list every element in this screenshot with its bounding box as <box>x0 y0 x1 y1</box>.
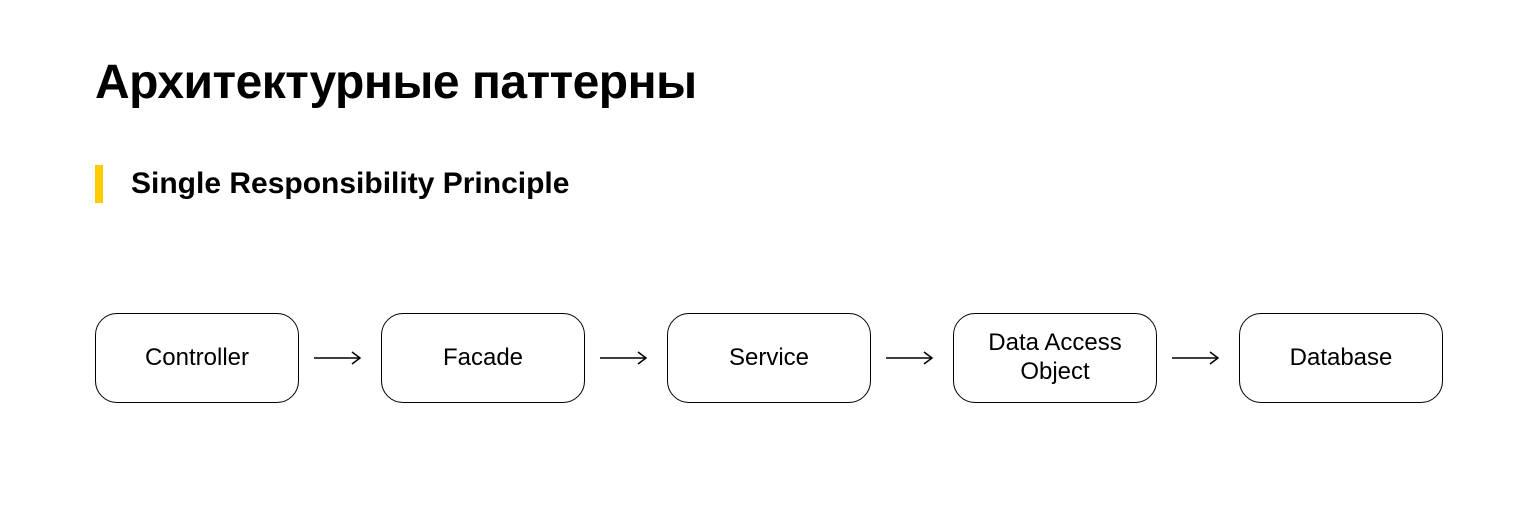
arrow-icon <box>871 351 953 365</box>
flow-node-facade: Facade <box>381 313 585 403</box>
flow-node-service: Service <box>667 313 871 403</box>
subtitle-row: Single Responsibility Principle <box>95 165 1441 203</box>
flow-diagram: Controller Facade Service Data Access Ob… <box>95 313 1441 403</box>
flow-node-database: Database <box>1239 313 1443 403</box>
accent-bar <box>95 165 103 203</box>
arrow-icon <box>1157 351 1239 365</box>
flow-node-controller: Controller <box>95 313 299 403</box>
subtitle-text: Single Responsibility Principle <box>131 167 569 201</box>
flow-node-dao: Data Access Object <box>953 313 1157 403</box>
arrow-icon <box>299 351 381 365</box>
slide-title: Архитектурные паттерны <box>95 55 1441 110</box>
arrow-icon <box>585 351 667 365</box>
